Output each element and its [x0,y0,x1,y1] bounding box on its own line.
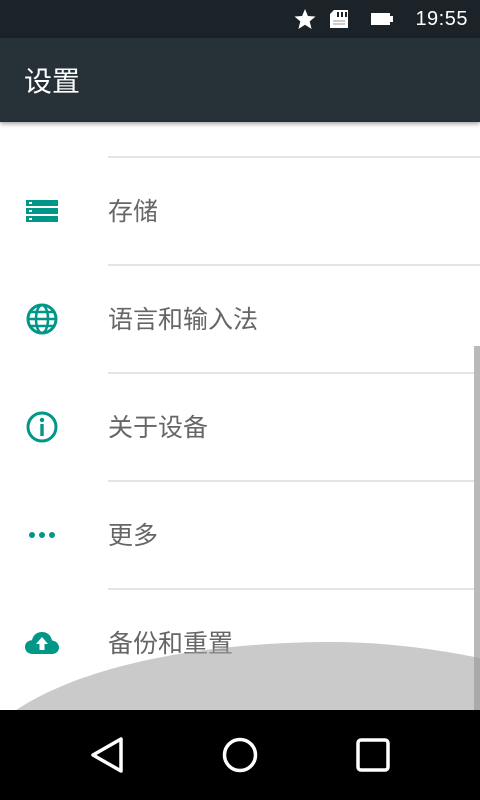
star-icon [294,9,316,29]
settings-item-label: 更多 [108,521,159,550]
settings-list[interactable]: 存储 语言和输入法 关于设备 更多 备份和重置 [0,122,480,710]
globe-icon [26,303,58,335]
back-icon[interactable] [83,730,133,780]
settings-item-storage[interactable]: 存储 [0,158,480,264]
info-icon [26,411,58,443]
storage-icon [26,200,58,222]
overscroll-glow [16,642,480,710]
status-time: 19:55 [415,8,468,30]
home-icon[interactable] [215,730,265,780]
settings-item-more[interactable]: 更多 [0,482,480,588]
status-bar: 19:55 [0,0,480,38]
page-title: 设置 [24,65,81,98]
settings-item-label: 关于设备 [108,413,209,442]
settings-item-label: 语言和输入法 [108,305,259,334]
battery-icon [371,13,393,25]
navigation-bar [0,710,480,800]
settings-item-language[interactable]: 语言和输入法 [0,266,480,372]
sd-card-icon [330,10,348,28]
recents-icon[interactable] [348,730,398,780]
settings-item-about-device[interactable]: 关于设备 [0,374,480,480]
settings-item-label: 存储 [108,197,159,226]
app-toolbar: 设置 [0,38,480,122]
more-dots-icon [29,532,55,538]
